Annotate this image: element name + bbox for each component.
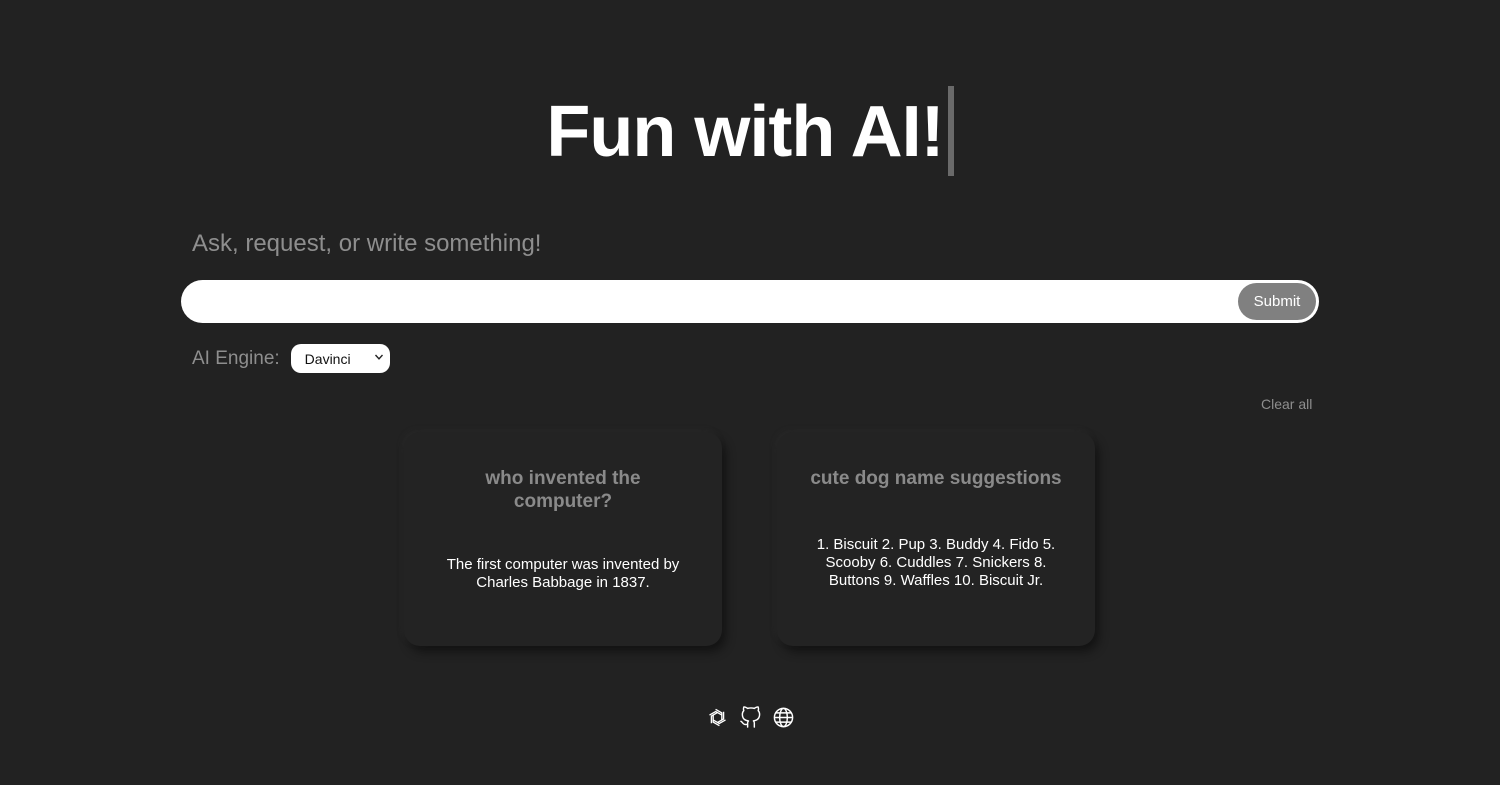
chevron-down-icon: [374, 354, 383, 360]
globe-icon[interactable]: [772, 706, 795, 729]
clear-all-link[interactable]: Clear all: [1261, 396, 1312, 412]
card-question: who invented the computer?: [485, 468, 641, 512]
response-card: cute dog name suggestions 1. Biscuit 2. …: [777, 432, 1095, 646]
engine-label: AI Engine:: [192, 347, 280, 369]
prompt-input[interactable]: [181, 280, 1319, 323]
submit-button[interactable]: Submit: [1238, 283, 1316, 320]
page-title: Fun with AI!: [546, 92, 944, 172]
github-icon[interactable]: [739, 706, 762, 729]
response-card: who invented the computer? The first com…: [404, 432, 722, 646]
engine-select[interactable]: Davinci: [290, 344, 390, 373]
prompt-label: Ask, request, or write something!: [192, 230, 542, 257]
prompt-form: Submit: [181, 280, 1319, 323]
card-answer: 1. Biscuit 2. Pup 3. Buddy 4. Fido 5. Sc…: [816, 536, 1056, 589]
typing-caret: [947, 86, 954, 176]
card-answer: The first computer was invented by Charl…: [446, 556, 680, 591]
engine-row: AI Engine: Davinci: [192, 344, 390, 373]
openai-icon[interactable]: [706, 706, 729, 729]
card-question: cute dog name suggestions: [810, 468, 1062, 489]
footer-links: [0, 706, 1500, 729]
page: Fun with AI! Ask, request, or write some…: [0, 0, 1500, 785]
engine-selected-value: Davinci: [304, 350, 351, 367]
title-area: Fun with AI!: [0, 86, 1500, 178]
